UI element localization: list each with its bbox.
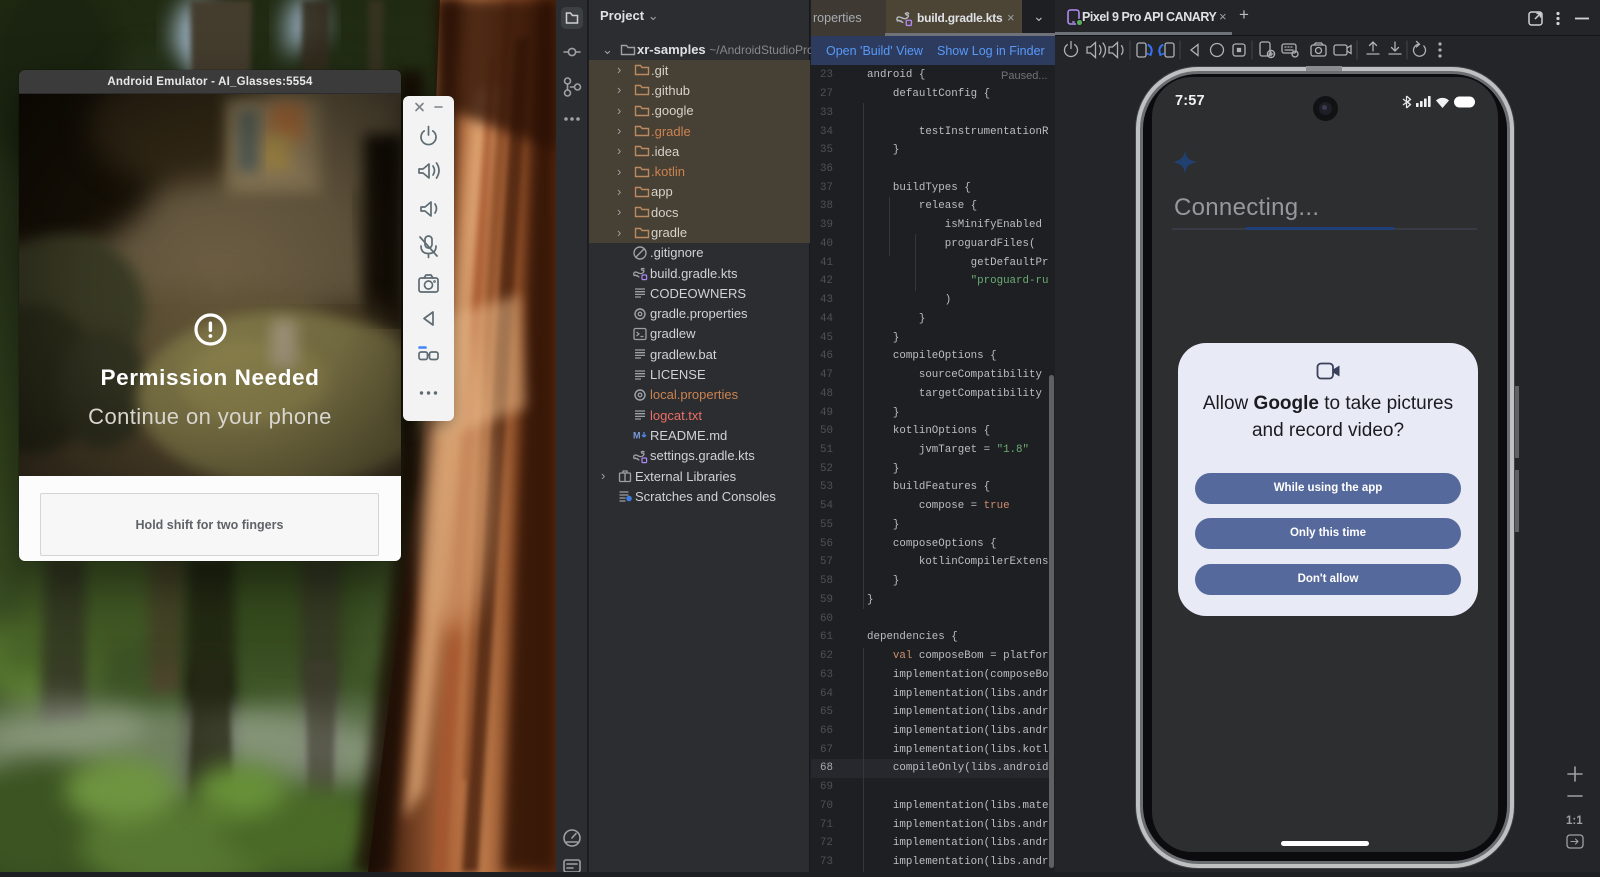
svg-text:1:1: 1:1 (1566, 815, 1583, 827)
svg-text:M: M (633, 431, 641, 441)
